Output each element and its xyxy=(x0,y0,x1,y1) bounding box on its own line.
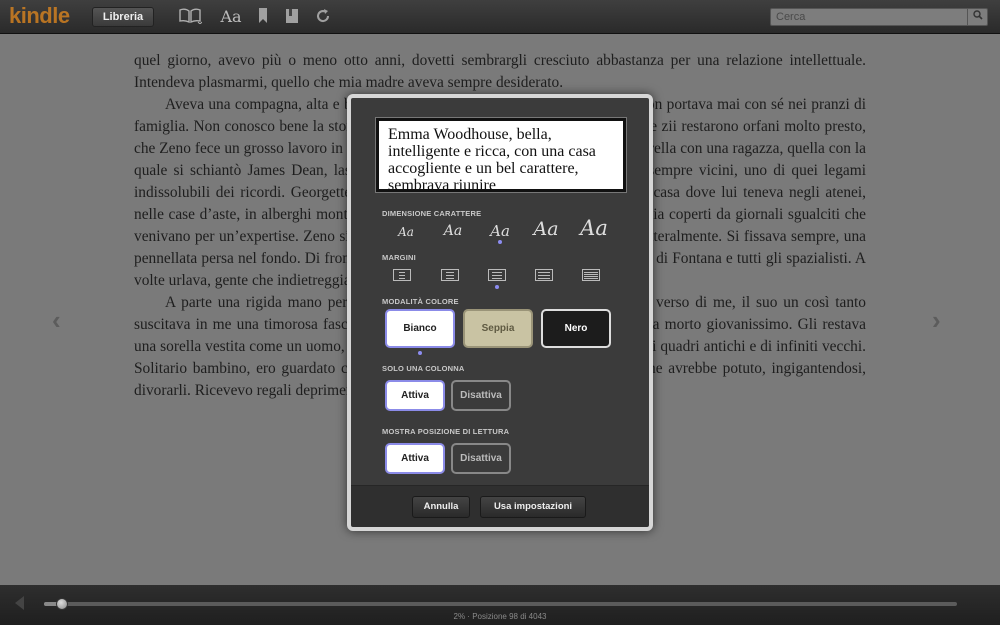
kindle-logo: kindle xyxy=(9,3,70,28)
book-icon[interactable] xyxy=(176,8,204,26)
margin-widest-icon[interactable] xyxy=(582,269,600,281)
single-column-off-button[interactable]: Disattiva xyxy=(451,380,511,411)
margin-narrowest-icon[interactable] xyxy=(393,269,411,281)
font-size-option-3[interactable]: Aa xyxy=(484,222,516,240)
notes-icon[interactable] xyxy=(284,8,300,26)
margin-wide-icon[interactable] xyxy=(535,269,553,281)
font-size-selected-dot xyxy=(498,240,502,244)
bottom-bar: 2% · Posizione 98 di 4043 xyxy=(0,585,1000,625)
reading-position-label: MOSTRA POSIZIONE DI LETTURA xyxy=(382,427,510,436)
color-mode-selected-dot xyxy=(418,351,422,355)
font-size-option-2[interactable]: Aa xyxy=(437,223,469,239)
top-toolbar: kindle Libreria Aa xyxy=(0,0,1000,34)
prev-page-icon[interactable]: ‹ xyxy=(52,305,61,336)
search-icon[interactable] xyxy=(967,9,987,25)
progress-knob[interactable] xyxy=(56,598,69,610)
font-size-option-4[interactable]: Aa xyxy=(526,218,566,240)
reading-position-on-button[interactable]: Attiva xyxy=(385,443,445,474)
margins-label: MARGINI xyxy=(382,253,416,262)
library-button[interactable]: Libreria xyxy=(92,7,154,27)
margin-medium-icon[interactable] xyxy=(488,269,506,281)
color-mode-label: MODALITÀ COLORE xyxy=(382,297,459,306)
single-column-label: SOLO UNA COLONNA xyxy=(382,364,465,373)
sync-icon[interactable] xyxy=(314,8,332,26)
view-settings-dialog: Emma Woodhouse, bella, intelligente e ri… xyxy=(347,94,653,531)
next-page-icon[interactable]: › xyxy=(932,305,941,336)
color-mode-white-button[interactable]: Bianco xyxy=(385,309,455,348)
search-input[interactable] xyxy=(771,9,967,25)
bookmark-icon[interactable] xyxy=(256,8,270,26)
color-mode-black-button[interactable]: Nero xyxy=(541,309,611,348)
margin-selected-dot xyxy=(495,285,499,289)
search-box xyxy=(770,8,988,26)
font-size-option-5[interactable]: Aa xyxy=(573,216,615,240)
font-size-label: DIMENSIONE CARATTERE xyxy=(382,209,482,218)
paragraph: quel giorno, avevo più o meno otto anni,… xyxy=(134,52,866,91)
font-size-option-1[interactable]: Aa xyxy=(391,225,421,239)
cancel-button[interactable]: Annulla xyxy=(412,496,470,518)
reading-position-off-button[interactable]: Disattiva xyxy=(451,443,511,474)
margin-narrow-icon[interactable] xyxy=(441,269,459,281)
position-label: 2% · Posizione 98 di 4043 xyxy=(453,612,547,621)
dialog-footer: Annulla Usa impostazioni xyxy=(351,485,649,527)
apply-settings-button[interactable]: Usa impostazioni xyxy=(480,496,586,518)
font-icon[interactable]: Aa xyxy=(220,8,242,26)
color-mode-sepia-button[interactable]: Seppia xyxy=(463,309,533,348)
text-preview: Emma Woodhouse, bella, intelligente e ri… xyxy=(375,117,627,193)
progress-track[interactable] xyxy=(44,602,957,606)
single-column-on-button[interactable]: Attiva xyxy=(385,380,445,411)
